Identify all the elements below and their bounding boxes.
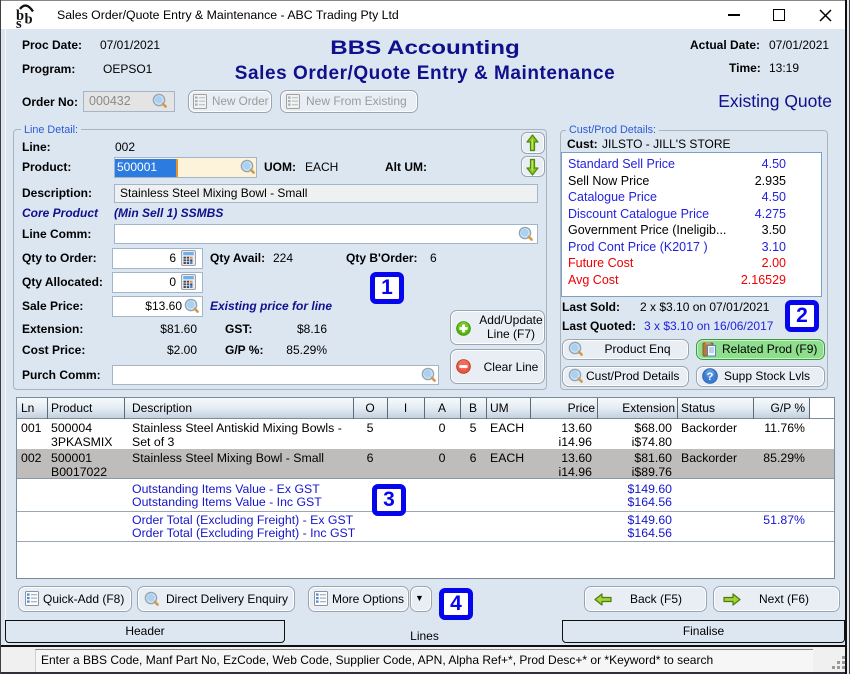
svg-text:b: b [25,12,33,28]
svg-text:s: s [16,16,22,30]
